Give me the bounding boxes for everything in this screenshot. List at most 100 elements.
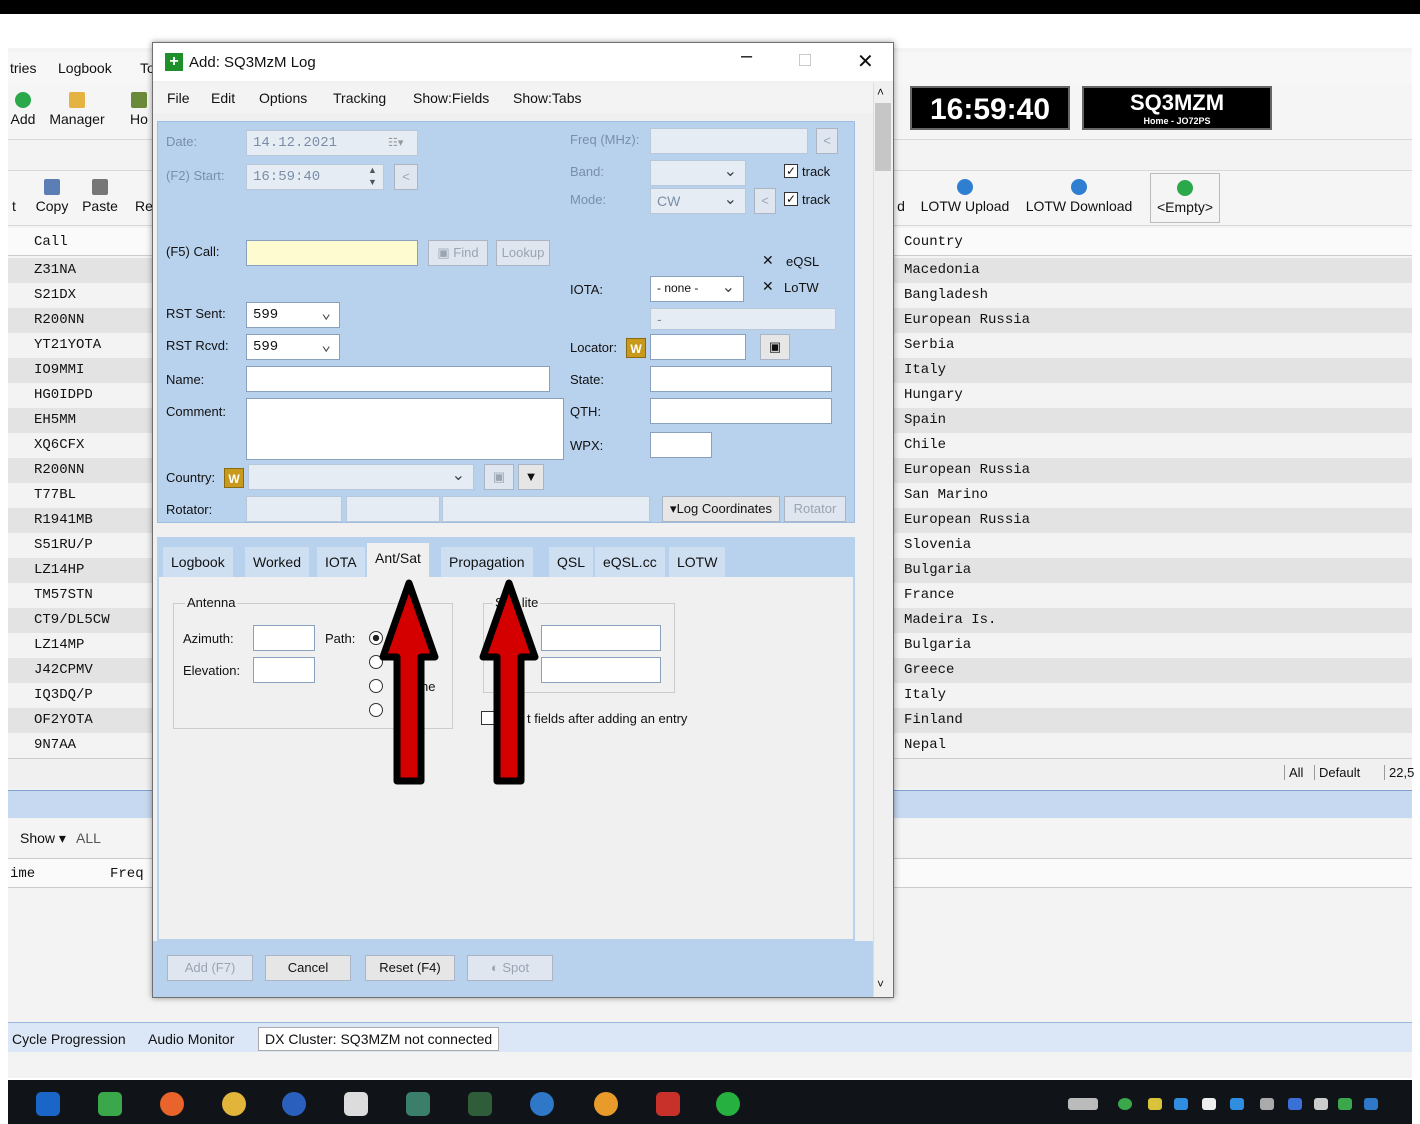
locator-map-button[interactable]: ▣ xyxy=(760,334,790,360)
time-column-header[interactable]: ime xyxy=(10,866,35,882)
toolbar-partial-button[interactable]: d xyxy=(896,179,906,214)
time-spinner-icon[interactable]: ▲ ▼ xyxy=(368,164,377,188)
paste-button[interactable]: Paste xyxy=(80,179,120,214)
freq-input[interactable] xyxy=(650,128,808,154)
minimize-button[interactable]: – xyxy=(741,45,752,68)
dialog-scrollbar[interactable] xyxy=(873,83,893,997)
tab-propagation[interactable]: Propagation xyxy=(441,547,533,577)
tab-iota[interactable]: IOTA xyxy=(317,547,365,577)
satellite-name-input[interactable] xyxy=(541,625,661,651)
scrollbar-thumb[interactable] xyxy=(875,103,891,171)
rotator-field-2[interactable] xyxy=(346,496,440,522)
reset-f4-button[interactable]: Reset (F4) xyxy=(365,955,455,981)
state-input[interactable] xyxy=(650,366,832,392)
rst-rcvd-select[interactable]: 599 xyxy=(246,334,340,360)
audio-monitor-status[interactable]: Audio Monitor xyxy=(148,1031,234,1047)
menu-show-tabs[interactable]: Show:Tabs xyxy=(513,90,581,106)
cut-button[interactable]: t xyxy=(8,179,20,214)
firefox-icon[interactable] xyxy=(160,1092,184,1116)
menu-logbook[interactable]: Logbook xyxy=(58,60,112,76)
lookup-button[interactable]: Lookup xyxy=(496,240,550,266)
rotator-field-1[interactable] xyxy=(246,496,342,522)
country-select[interactable] xyxy=(248,464,474,490)
add-button[interactable]: Add xyxy=(8,92,38,127)
filter-default[interactable]: Default xyxy=(1314,765,1360,780)
app-logger-icon[interactable] xyxy=(36,1092,60,1116)
mode-reset-button[interactable]: < xyxy=(754,188,776,214)
spot-button[interactable]: ◐ Spot xyxy=(467,955,553,981)
calendar-icon[interactable]: ☷▾ xyxy=(388,136,403,149)
log-coordinates-button[interactable]: ▾Log Coordinates xyxy=(662,496,780,522)
azimuth-input[interactable] xyxy=(253,625,315,651)
rotator-field-3[interactable] xyxy=(442,496,650,522)
add-f7-button[interactable]: Add (F7) xyxy=(167,955,253,981)
tab-eqsl-cc[interactable]: eQSL.cc xyxy=(595,547,665,577)
cloud-icon[interactable] xyxy=(1174,1098,1188,1110)
tab-ant-sat[interactable]: Ant/Sat xyxy=(367,543,429,577)
menu-show-fields[interactable]: Show:Fields xyxy=(413,90,489,106)
scroll-up-icon[interactable]: ˄ xyxy=(877,85,884,99)
freq-column-header[interactable]: Freq xyxy=(110,866,144,882)
iota-select[interactable]: - none - xyxy=(650,276,744,302)
manager-button[interactable]: Manager xyxy=(46,92,108,127)
cloud-white-icon[interactable] xyxy=(1202,1098,1216,1110)
tab-worked[interactable]: Worked xyxy=(245,547,309,577)
dialog-title-bar[interactable]: + Add: SQ3MzM Log – □ ✕ xyxy=(153,43,893,81)
qth-input[interactable] xyxy=(650,398,832,424)
lotw-upload-button[interactable]: LOTW Upload xyxy=(918,179,1012,214)
freq-reset-button[interactable]: < xyxy=(816,128,838,154)
globe-icon[interactable] xyxy=(530,1092,554,1116)
track-band-checkbox[interactable]: ✓ xyxy=(784,164,798,178)
keyboard-tray-icon[interactable] xyxy=(1068,1098,1098,1110)
locator-input[interactable] xyxy=(650,334,746,360)
rotator-button[interactable]: Rotator xyxy=(784,496,846,522)
rst-sent-select[interactable]: 599 xyxy=(246,302,340,328)
whatsapp-icon[interactable] xyxy=(716,1092,740,1116)
tab-qsl[interactable]: QSL xyxy=(549,547,594,577)
onedrive-icon[interactable] xyxy=(1230,1098,1244,1110)
close-button[interactable]: ✕ xyxy=(857,49,874,74)
copy-button[interactable]: Copy xyxy=(32,179,72,214)
name-input[interactable] xyxy=(246,366,550,392)
empty-slot-button[interactable]: <Empty> xyxy=(1150,173,1220,223)
show-dropdown[interactable]: Show ▾ xyxy=(20,830,66,847)
menu-tracking[interactable]: Tracking xyxy=(333,90,386,106)
penguin-app-icon[interactable] xyxy=(344,1092,368,1116)
dx-cluster-status[interactable]: DX Cluster: SQ3MZM not connected xyxy=(258,1027,500,1051)
call-column-header[interactable]: Call xyxy=(34,234,68,250)
track-mode-checkbox[interactable]: ✓ xyxy=(784,192,798,206)
lotw-x-icon[interactable]: ✕ xyxy=(762,278,774,295)
call-input[interactable] xyxy=(246,240,418,266)
wpx-input[interactable] xyxy=(650,432,712,458)
tray-yellow-icon[interactable] xyxy=(1148,1098,1162,1110)
bluetooth-icon[interactable] xyxy=(1288,1098,1302,1110)
find-button[interactable]: ▣ Find xyxy=(428,240,488,266)
chrome-icon[interactable] xyxy=(222,1092,246,1116)
iota-detail-input[interactable]: - xyxy=(650,308,836,330)
time-reset-button[interactable]: < xyxy=(394,164,418,190)
monitor-app-icon[interactable] xyxy=(468,1092,492,1116)
filter-all[interactable]: All xyxy=(1284,765,1303,780)
comment-textarea[interactable] xyxy=(246,398,564,460)
orange-app-icon[interactable] xyxy=(594,1092,618,1116)
game-app-icon[interactable] xyxy=(656,1092,680,1116)
elevation-input[interactable] xyxy=(253,657,315,683)
tray-app-icon[interactable] xyxy=(1364,1098,1378,1110)
satellite-mode-input[interactable] xyxy=(541,657,661,683)
app-green-icon[interactable] xyxy=(98,1092,122,1116)
eqsl-x-icon[interactable]: ✕ xyxy=(762,252,774,269)
tray-security-icon[interactable] xyxy=(1338,1098,1352,1110)
display-icon[interactable] xyxy=(1314,1098,1328,1110)
network-icon[interactable] xyxy=(1260,1098,1274,1110)
country-column-header[interactable]: Country xyxy=(904,234,963,250)
lotw-download-button[interactable]: LOTW Download xyxy=(1022,179,1136,214)
menu-options[interactable]: Options xyxy=(259,90,307,106)
tab-lotw[interactable]: LOTW xyxy=(669,547,726,577)
cancel-button[interactable]: Cancel xyxy=(265,955,351,981)
menu-file[interactable]: File xyxy=(167,90,190,106)
re-button[interactable]: Re xyxy=(134,179,154,214)
country-map-button[interactable]: ▣ xyxy=(484,464,514,490)
chat-icon[interactable] xyxy=(282,1092,306,1116)
home-button[interactable]: Ho xyxy=(124,92,154,127)
mode-select[interactable]: CW xyxy=(650,188,746,214)
